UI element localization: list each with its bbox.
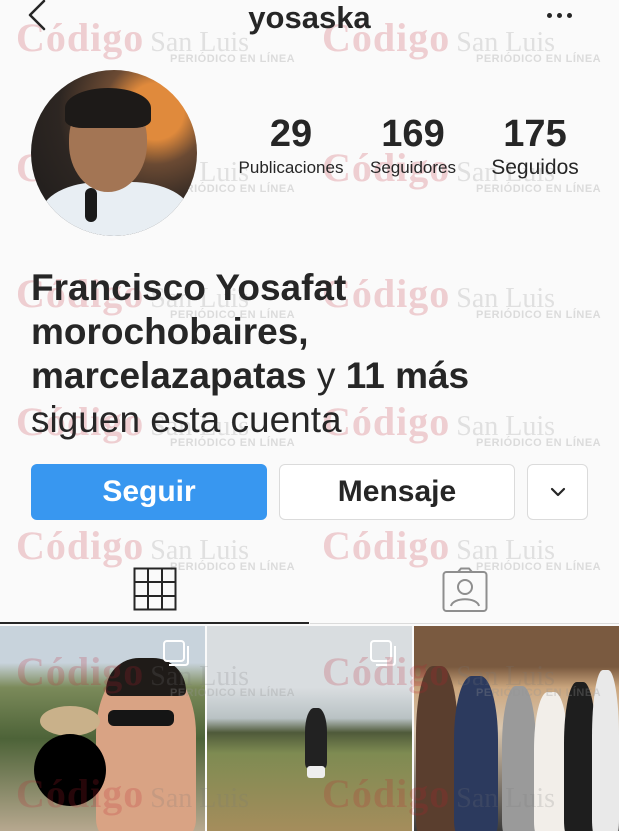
stat-following-count: 175 [503,113,567,155]
photo-person [592,670,619,831]
profile-username: yosaska [248,0,371,35]
privacy-blur-dot [34,734,106,806]
suggestions-button[interactable] [527,464,588,520]
grid-icon [133,567,176,611]
stat-followers-label: Seguidores [369,158,456,177]
photo-sunglasses [108,710,174,726]
avatar-hair [65,88,151,128]
chevron-down-icon [550,487,565,497]
message-button[interactable]: Mensaje [279,464,515,520]
post-thumbnail[interactable] [0,626,205,831]
more-horizontal-icon [567,12,572,18]
stat-posts-label: Publicaciones [238,158,344,177]
photo-golfer-shoes [307,766,325,778]
followed-by-others[interactable]: 11 más [346,355,469,396]
photo-hat [40,706,100,736]
photo-person [454,676,498,831]
avatar[interactable] [31,70,197,236]
followed-by-suffix: siguen esta cuenta [31,399,342,440]
stat-posts-count: 29 [269,113,313,155]
stat-posts[interactable]: 29 Publicaciones [233,112,349,180]
followed-by-text[interactable]: Francisco Yosafat morochobaires, marcela… [31,266,591,442]
more-horizontal-icon [557,12,562,18]
follower-name[interactable]: marcelazapatas [31,355,307,396]
tab-posts-grid[interactable] [0,556,309,624]
post-thumbnail[interactable] [207,626,412,831]
more-options-button[interactable] [547,5,581,25]
profile-stats: 29 Publicaciones 169 Seguidores 175 Segu… [233,112,597,202]
photo-person [534,692,568,831]
post-thumbnail[interactable] [414,626,619,831]
multiple-photos-icon [368,638,398,668]
tab-tagged[interactable] [310,556,619,624]
stat-followers-count: 169 [381,113,445,155]
profile-tabs [0,556,619,626]
avatar-sunglasses [85,188,97,222]
follow-button[interactable]: Seguir [31,464,267,520]
stat-following-label: Seguidos [491,156,579,179]
photo-golfer [305,708,327,768]
posts-grid [0,626,619,831]
more-horizontal-icon [547,12,552,18]
photo-person [416,666,458,831]
profile-header: yosaska [0,0,619,40]
tagged-person-icon [442,567,487,612]
followed-by-joiner: y [316,355,336,396]
stat-following[interactable]: 175 Seguidos [477,112,593,180]
follower-name[interactable]: Francisco Yosafat [31,267,346,308]
photo-person [502,686,536,831]
stat-followers[interactable]: 169 Seguidores [355,112,471,180]
multiple-photos-icon [161,638,191,668]
follower-name[interactable]: morochobaires, [31,311,309,352]
